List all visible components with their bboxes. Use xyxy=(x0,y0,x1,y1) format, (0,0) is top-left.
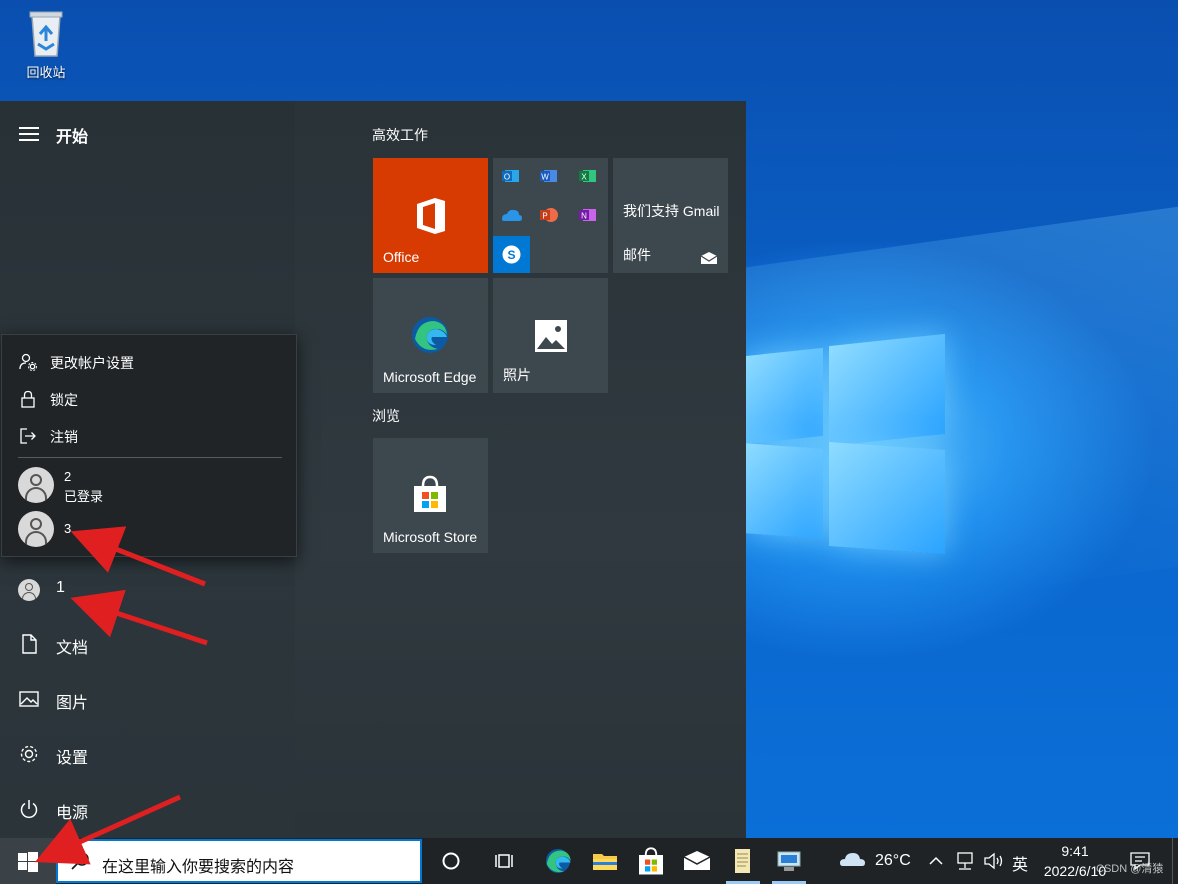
sign-out-icon xyxy=(20,428,36,444)
ime-indicator[interactable]: 英 xyxy=(1012,851,1028,875)
tile-photos-label: 照片 xyxy=(503,367,531,383)
nav-pictures[interactable]: 图片 xyxy=(0,673,295,727)
office-icon xyxy=(417,198,445,234)
svg-text:S: S xyxy=(507,248,515,262)
group-title-productivity: 高效工作 xyxy=(372,127,428,143)
hamburger-icon[interactable] xyxy=(19,127,39,141)
menu-lock[interactable]: 锁定 xyxy=(2,381,298,415)
clock-time: 9:41 xyxy=(1061,843,1089,859)
start-title: 开始 xyxy=(56,129,89,146)
svg-text:X: X xyxy=(581,173,587,182)
edge-taskbar-icon[interactable] xyxy=(543,846,573,876)
user-name: 2 xyxy=(64,469,72,484)
menu-change-account-settings-label: 更改帐户设置 xyxy=(50,355,134,371)
search-icon xyxy=(71,852,89,870)
nav-documents-label: 文档 xyxy=(56,640,89,657)
nav-power-label: 电源 xyxy=(56,805,89,822)
menu-sign-out-label: 注销 xyxy=(50,429,78,445)
nav-user-label: 1 xyxy=(56,579,65,596)
nav-power[interactable]: 电源 xyxy=(0,783,295,837)
windows-logo-wallpaper xyxy=(745,318,945,558)
nav-pictures-label: 图片 xyxy=(56,695,89,712)
svg-text:N: N xyxy=(581,212,587,221)
tile-edge-label: Microsoft Edge xyxy=(383,369,477,385)
search-placeholder: 在这里输入你要搜索的内容 xyxy=(102,859,295,876)
user-row-3[interactable]: 3 xyxy=(2,509,298,549)
power-icon xyxy=(20,800,38,819)
menu-sign-out[interactable]: 注销 xyxy=(2,418,298,452)
mail-icon xyxy=(700,252,718,264)
user-avatar-icon xyxy=(18,579,40,601)
show-desktop-button[interactable] xyxy=(1172,838,1178,884)
svg-text:P: P xyxy=(542,212,547,221)
user-status: 已登录 xyxy=(64,489,104,504)
user-name: 3 xyxy=(64,521,72,536)
weather-temperature[interactable]: 26°C xyxy=(875,852,911,870)
onedrive-icon xyxy=(493,197,529,233)
svg-text:O: O xyxy=(504,173,510,182)
menu-change-account-settings[interactable]: 更改帐户设置 xyxy=(2,344,298,378)
taskbar: 在这里输入你要搜索的内容 26°C 英 9:41 2022/6/10 xyxy=(0,838,1178,884)
edge-icon xyxy=(412,317,448,353)
group-title-browse: 浏览 xyxy=(372,408,400,424)
lock-icon xyxy=(21,390,35,408)
tile-mail-label: 邮件 xyxy=(623,247,651,263)
recycle-bin-label: 回收站 xyxy=(26,65,66,80)
tile-store[interactable]: Microsoft Store xyxy=(373,438,488,553)
start-button[interactable] xyxy=(0,838,56,884)
tile-store-label: Microsoft Store xyxy=(383,529,478,545)
flyout-divider xyxy=(18,457,282,458)
tile-office-label: Office xyxy=(383,249,420,265)
user-avatar-icon xyxy=(18,467,54,503)
user-avatar-icon xyxy=(18,511,54,547)
tile-edge[interactable]: Microsoft Edge xyxy=(373,278,488,393)
recycle-bin[interactable]: 回收站 xyxy=(18,8,74,81)
nav-user[interactable]: 1 xyxy=(0,563,295,617)
svg-text:W: W xyxy=(541,173,549,182)
user-settings-icon xyxy=(19,353,37,371)
remote-desktop-taskbar-icon[interactable] xyxy=(774,846,804,876)
menu-lock-label: 锁定 xyxy=(50,392,78,408)
outlook-icon: O xyxy=(493,158,529,194)
tile-office-apps-folder[interactable]: O W X P N S xyxy=(493,158,608,273)
store-taskbar-icon[interactable] xyxy=(636,846,666,876)
skype-icon: S xyxy=(493,236,530,273)
watermark: CSDN @清猿 xyxy=(1096,863,1164,875)
notepad-taskbar-icon[interactable] xyxy=(728,846,758,876)
tile-photos[interactable]: 照片 xyxy=(493,278,608,393)
tile-mail[interactable]: 我们支持 Gmail 邮件 xyxy=(613,158,728,273)
store-icon xyxy=(414,475,446,512)
picture-icon xyxy=(19,691,39,707)
account-flyout: 更改帐户设置 锁定 注销 2 已登录 3 xyxy=(1,334,297,557)
search-box[interactable]: 在这里输入你要搜索的内容 xyxy=(56,839,422,883)
chevron-up-icon[interactable] xyxy=(925,850,947,872)
network-icon[interactable] xyxy=(954,850,976,872)
user-row-2[interactable]: 2 已登录 xyxy=(2,465,298,505)
windows-start-icon xyxy=(18,852,38,872)
document-icon xyxy=(22,634,37,654)
nav-documents[interactable]: 文档 xyxy=(0,618,295,672)
tile-mail-headline: 我们支持 Gmail xyxy=(623,203,720,219)
excel-icon: X xyxy=(570,158,606,194)
recycle-bin-icon xyxy=(26,8,66,58)
gear-icon xyxy=(20,745,38,763)
onenote-icon: N xyxy=(570,197,606,233)
cortana-icon[interactable] xyxy=(436,846,466,876)
word-icon: W xyxy=(531,158,567,194)
tile-office[interactable]: Office xyxy=(373,158,488,273)
nav-settings-label: 设置 xyxy=(56,750,89,767)
weather-icon[interactable] xyxy=(838,848,868,878)
nav-settings[interactable]: 设置 xyxy=(0,728,295,782)
volume-icon[interactable] xyxy=(982,850,1006,872)
file-explorer-icon[interactable] xyxy=(590,846,620,876)
mail-taskbar-icon[interactable] xyxy=(682,846,712,876)
powerpoint-icon: P xyxy=(531,197,567,233)
photos-icon xyxy=(535,320,567,352)
task-view-icon[interactable] xyxy=(491,846,521,876)
